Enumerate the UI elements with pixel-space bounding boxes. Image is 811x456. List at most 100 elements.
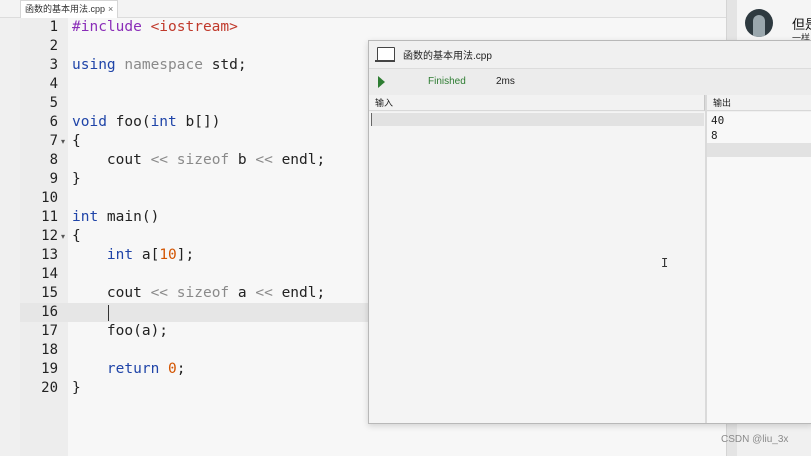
code-token: <<: [150, 285, 169, 301]
code-token: cout: [72, 285, 151, 301]
tab-file[interactable]: 函数的基本用法.cpp ×: [20, 0, 119, 18]
line-number: 20: [41, 380, 58, 396]
input-current-line[interactable]: [371, 113, 704, 126]
code-token: main(): [98, 209, 160, 225]
fold-toggle-icon[interactable]: ▾: [61, 227, 65, 246]
code-token: sizeof: [176, 152, 230, 168]
mouse-ibeam-cursor-icon: I: [661, 256, 669, 270]
code-token: endl;: [272, 285, 326, 301]
line-number: 3: [49, 57, 58, 73]
code-token: a[: [133, 247, 160, 263]
avatar-figure: [753, 15, 765, 37]
line-number: 18: [41, 342, 58, 358]
code-token: int: [106, 247, 134, 263]
line-number: 12: [41, 228, 58, 244]
line-number: 14: [41, 266, 58, 282]
watermark: CSDN @liu_3x: [721, 434, 789, 445]
line-number: 7: [49, 133, 58, 149]
line-number: 13: [41, 247, 58, 263]
line-number: 16: [41, 304, 58, 320]
close-icon[interactable]: ×: [108, 4, 113, 14]
code-token: ];: [176, 247, 195, 263]
run-window-title: 函数的基本用法.cpp: [403, 51, 492, 62]
code-line: #include <iostream>: [72, 18, 238, 37]
line-number: 17: [41, 323, 58, 339]
code-token: int: [150, 114, 177, 130]
run-play-icon[interactable]: [378, 76, 385, 88]
code-token: {: [72, 228, 81, 244]
line-number: 9: [49, 171, 58, 187]
code-token: b[]): [176, 114, 221, 130]
code-token: namespace: [124, 57, 203, 73]
avatar[interactable]: [745, 9, 773, 37]
output-pane[interactable]: 40 8: [707, 112, 811, 423]
code-token: {: [72, 133, 81, 149]
code-token: using: [72, 57, 125, 73]
code-token: cout: [72, 152, 151, 168]
code-token: }: [72, 171, 81, 187]
code-line: int a[10];: [72, 246, 194, 265]
code-token: int: [72, 209, 99, 225]
output-pane-header: 输出: [707, 95, 811, 111]
code-token: <<: [255, 152, 273, 168]
editor-tab-bar: 函数的基本用法.cpp ×: [0, 0, 726, 18]
text-caret: [108, 305, 109, 321]
code-token: a: [229, 285, 256, 301]
code-token: foo(a);: [72, 323, 169, 339]
code-token: }: [72, 380, 81, 396]
code-token: return: [106, 361, 160, 377]
code-token: sizeof: [176, 285, 230, 301]
line-number: 15: [41, 285, 58, 301]
line-number: 10: [41, 190, 58, 206]
code-token: void: [72, 114, 107, 130]
run-time: 2ms: [496, 76, 515, 87]
run-toolbar: Finished 2ms: [369, 68, 811, 96]
tab-label: 函数的基本用法.cpp: [25, 4, 106, 14]
code-line: }: [72, 379, 81, 398]
code-token: #include: [72, 19, 151, 35]
run-status: Finished: [428, 76, 466, 87]
code-line: cout << sizeof a << endl;: [72, 284, 325, 303]
code-line: foo(a);: [72, 322, 168, 341]
code-line: {: [72, 227, 81, 246]
input-pane-header: 输入: [369, 95, 705, 111]
run-result-window: 函数的基本用法.cpp Finished 2ms 输入 输出 40 8: [368, 40, 811, 424]
line-number: 2: [49, 38, 58, 54]
line-number: 6: [49, 114, 58, 130]
code-line: return 0;: [72, 360, 186, 379]
fold-toggle-icon[interactable]: ▾: [61, 132, 65, 151]
line-number: 19: [41, 361, 58, 377]
code-line: using namespace std;: [72, 56, 247, 75]
run-window-titlebar[interactable]: 函数的基本用法.cpp: [369, 41, 811, 67]
code-token: foo(: [106, 114, 151, 130]
code-token: b: [229, 152, 256, 168]
code-line: cout << sizeof b << endl;: [72, 151, 325, 170]
code-token: 0: [168, 361, 177, 377]
laptop-icon: [375, 47, 395, 62]
code-line: }: [72, 170, 81, 189]
code-token: std;: [202, 57, 247, 73]
output-line-highlight: [707, 143, 811, 157]
code-token: <<: [150, 152, 169, 168]
line-number: 8: [49, 152, 58, 168]
current-line-highlight: [20, 303, 370, 322]
line-number: 1: [49, 19, 58, 35]
input-pane[interactable]: [369, 112, 706, 423]
line-number: 4: [49, 76, 58, 92]
code-line: int main(): [72, 208, 159, 227]
code-token: 10: [159, 247, 177, 263]
code-line: void foo(int b[]): [72, 113, 220, 132]
code-token: ;: [176, 361, 186, 377]
output-line: 40: [711, 114, 725, 127]
line-number: 11: [41, 209, 58, 225]
code-line: {: [72, 132, 81, 151]
code-token: <iostream>: [150, 19, 238, 35]
output-line: 8: [711, 129, 718, 142]
line-number: 5: [49, 95, 58, 111]
code-token: <<: [255, 285, 273, 301]
